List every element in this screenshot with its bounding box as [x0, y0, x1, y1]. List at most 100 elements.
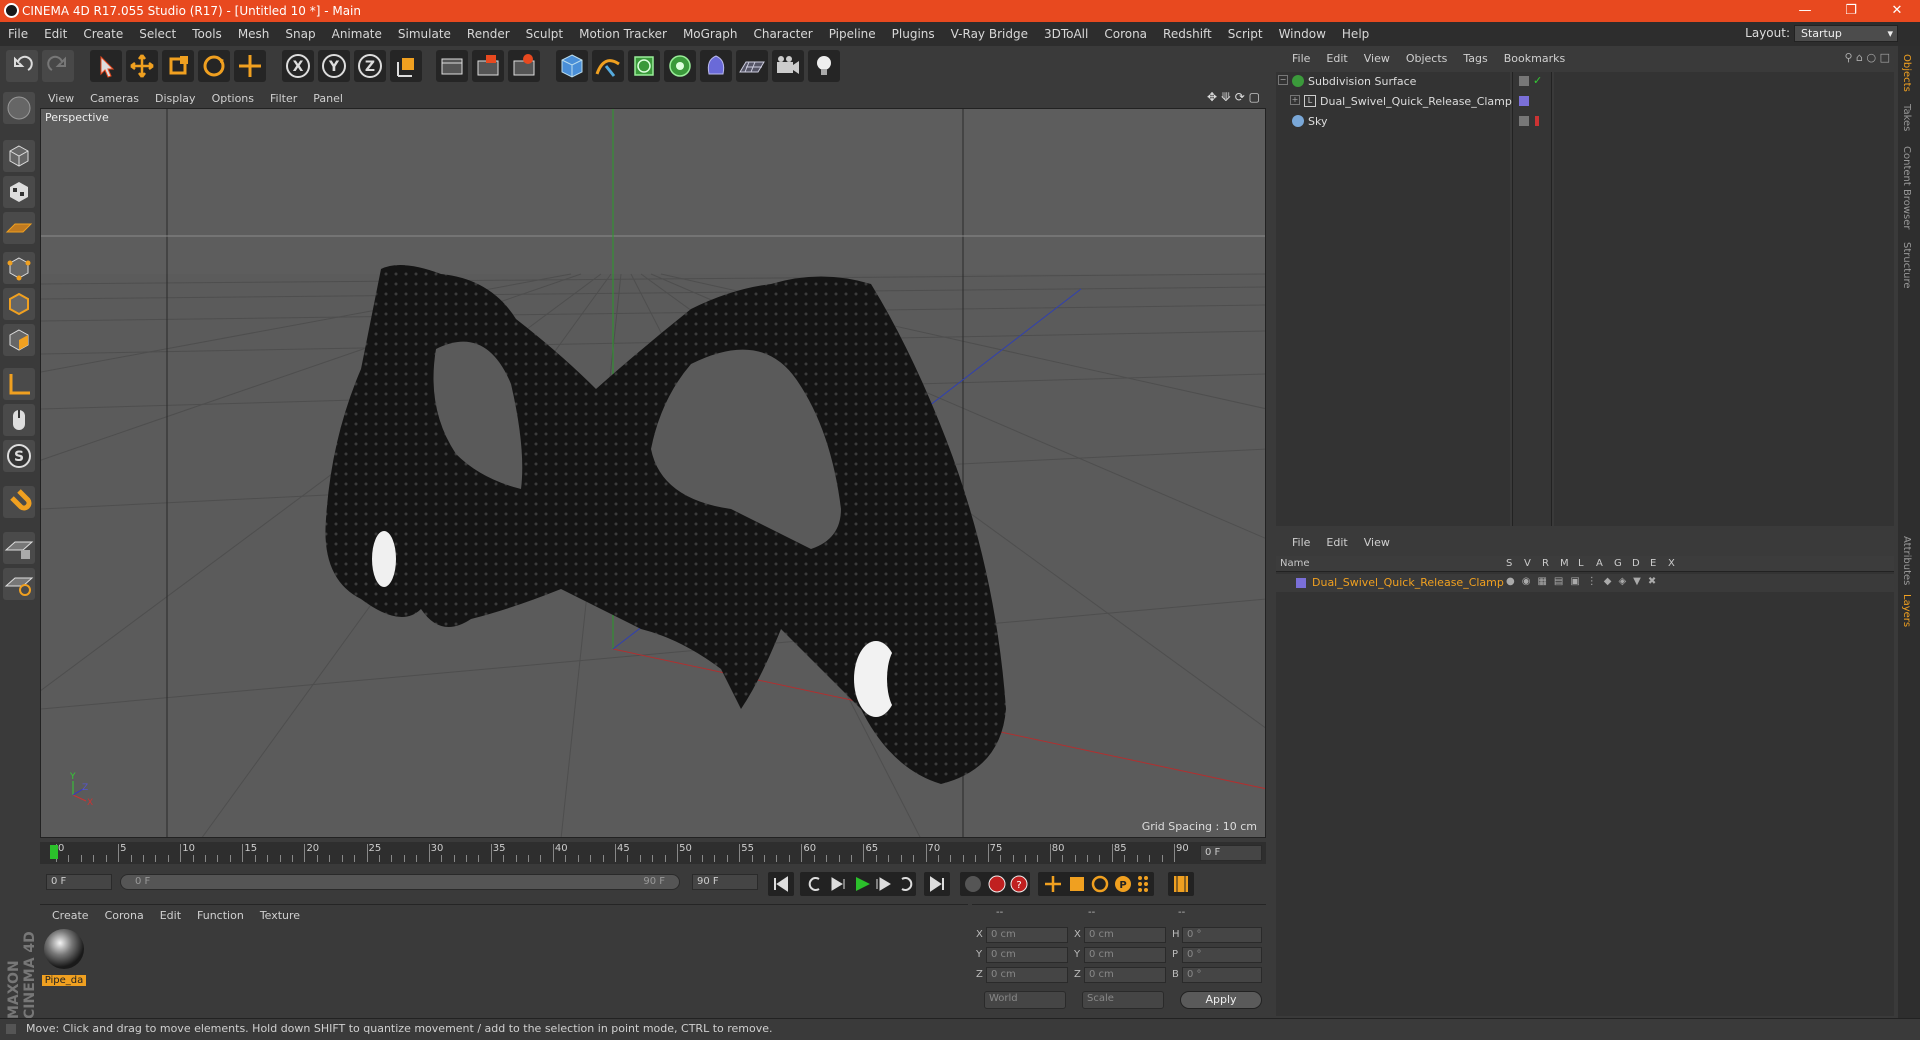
live-selection-icon[interactable]	[234, 50, 266, 82]
layer-menu-view[interactable]: View	[1356, 536, 1398, 549]
tab-objects[interactable]: Objects	[1901, 54, 1912, 92]
layer-flag-header[interactable]: R	[1542, 558, 1549, 569]
render-view-icon[interactable]	[436, 50, 468, 82]
z-axis-lock-icon[interactable]: Z	[354, 50, 386, 82]
menu-plugins[interactable]: Plugins	[884, 27, 943, 41]
rotation-p-field[interactable]: 0 °	[1182, 947, 1262, 963]
cube-primitive-icon[interactable]	[556, 50, 588, 82]
x-axis-lock-icon[interactable]: X	[282, 50, 314, 82]
menu-file[interactable]: File	[0, 27, 36, 41]
menu-help[interactable]: Help	[1334, 27, 1377, 41]
render-to-picture-viewer-icon[interactable]	[472, 50, 504, 82]
expand-icon[interactable]: +	[1290, 95, 1300, 105]
menu-snap[interactable]: Snap	[277, 27, 323, 41]
layer-flag-header[interactable]: E	[1650, 558, 1656, 569]
make-editable-icon[interactable]	[3, 92, 35, 124]
layer-flag-header[interactable]: M	[1560, 558, 1569, 569]
menu-window[interactable]: Window	[1271, 27, 1334, 41]
frame-range-slider[interactable]: 0 F 90 F	[120, 874, 680, 890]
menu-tools[interactable]: Tools	[184, 27, 230, 41]
auto-key-icon[interactable]: ?	[1010, 875, 1028, 893]
redo-icon[interactable]	[42, 50, 74, 82]
deformer-icon[interactable]	[700, 50, 732, 82]
visibility-toggle[interactable]	[1519, 76, 1529, 86]
menu-pipeline[interactable]: Pipeline	[821, 27, 884, 41]
viewport-menu-panel[interactable]: Panel	[305, 92, 351, 105]
menu-motion-tracker[interactable]: Motion Tracker	[571, 27, 675, 41]
planar-workplane-icon[interactable]	[3, 568, 35, 600]
subdivision-surface-icon[interactable]	[628, 50, 660, 82]
keyframe-icon[interactable]	[965, 876, 981, 892]
layer-flag-header[interactable]: G	[1614, 558, 1622, 569]
material-menu-corona[interactable]: Corona	[97, 909, 152, 922]
spline-pen-icon[interactable]	[592, 50, 624, 82]
menu-sculpt[interactable]: Sculpt	[518, 27, 571, 41]
enabled-check-icon[interactable]: ✓	[1533, 74, 1542, 87]
cloner-icon[interactable]	[664, 50, 696, 82]
size-z-field[interactable]: 0 cm	[1084, 967, 1166, 983]
tweak-mode-icon[interactable]	[3, 404, 35, 436]
polygons-mode-icon[interactable]	[3, 324, 35, 356]
menu-3dtoall[interactable]: 3DToAll	[1036, 27, 1096, 41]
material-menu-create[interactable]: Create	[44, 909, 97, 922]
layer-flag-icons[interactable]: ●◉▦▤▣⋮◆◈▼✖	[1506, 576, 1663, 587]
end-frame-field[interactable]: 90 F	[692, 874, 758, 890]
viewport-menu-cameras[interactable]: Cameras	[82, 92, 147, 105]
layer-flag-header[interactable]: S	[1506, 558, 1512, 569]
light-icon[interactable]	[808, 50, 840, 82]
menu-render[interactable]: Render	[459, 27, 518, 41]
move-tool-icon[interactable]	[126, 50, 158, 82]
menu-simulate[interactable]: Simulate	[390, 27, 459, 41]
apply-button[interactable]: Apply	[1180, 991, 1262, 1009]
object-menu-edit[interactable]: Edit	[1318, 52, 1355, 65]
tab-attributes[interactable]: Attributes	[1901, 536, 1912, 585]
playhead[interactable]	[50, 845, 58, 859]
object-menu-tags[interactable]: Tags	[1455, 52, 1495, 65]
viewport-menu-display[interactable]: Display	[147, 92, 204, 105]
disabled-dot-icon[interactable]	[1535, 116, 1539, 126]
material-menu-texture[interactable]: Texture	[252, 909, 308, 922]
rotation-h-field[interactable]: 0 °	[1182, 927, 1262, 943]
timeline-ruler[interactable]: 0 5 10 15 20 25 30 35 40 45 50 55 60 65 70 75 80 85 90 0 F	[40, 842, 1266, 864]
timeline-window-icon[interactable]	[1174, 876, 1188, 892]
menu-vray-bridge[interactable]: V-Ray Bridge	[943, 27, 1036, 41]
position-x-field[interactable]: 0 cm	[986, 927, 1068, 943]
current-frame-field[interactable]: 0 F	[1200, 845, 1262, 861]
viewport-menu-options[interactable]: Options	[204, 92, 262, 105]
menu-corona[interactable]: Corona	[1096, 27, 1155, 41]
material-menu-function[interactable]: Function	[189, 909, 252, 922]
layer-color-swatch[interactable]	[1296, 578, 1306, 588]
layer-flag-header[interactable]: X	[1668, 558, 1675, 569]
size-y-field[interactable]: 0 cm	[1084, 947, 1166, 963]
render-settings-icon[interactable]	[508, 50, 540, 82]
layer-flag-header[interactable]: V	[1524, 558, 1531, 569]
layer-row[interactable]: Dual_Swivel_Quick_Release_Clamp ●◉▦▤▣⋮◆◈…	[1276, 574, 1894, 592]
coordinate-system-icon[interactable]	[390, 50, 422, 82]
camera-icon[interactable]	[772, 50, 804, 82]
object-menu-file[interactable]: File	[1284, 52, 1318, 65]
menu-select[interactable]: Select	[131, 27, 184, 41]
object-menu-bookmarks[interactable]: Bookmarks	[1496, 52, 1573, 65]
visibility-toggle[interactable]	[1519, 116, 1529, 126]
layer-menu-file[interactable]: File	[1284, 536, 1318, 549]
edges-mode-icon[interactable]	[3, 288, 35, 320]
tab-takes[interactable]: Takes	[1901, 104, 1912, 131]
rotation-b-field[interactable]: 0 °	[1182, 967, 1262, 983]
layer-flag-header[interactable]: L	[1578, 558, 1584, 569]
start-frame-field[interactable]: 0 F	[46, 874, 112, 890]
menu-edit[interactable]: Edit	[36, 27, 75, 41]
floor-icon[interactable]	[736, 50, 768, 82]
points-mode-icon[interactable]	[3, 252, 35, 284]
tab-content-browser[interactable]: Content Browser	[1901, 146, 1912, 229]
layer-menu-edit[interactable]: Edit	[1318, 536, 1355, 549]
lock-workplane-icon[interactable]	[3, 532, 35, 564]
object-search-icon[interactable]: ⚲ ⌂ ○ □	[1844, 51, 1890, 64]
layout-select[interactable]: Startup ▾	[1794, 25, 1898, 42]
tab-structure[interactable]: Structure	[1901, 242, 1912, 289]
perspective-viewport[interactable]: Y X Z Perspective Grid Spacing : 10 cm	[40, 108, 1266, 838]
menu-redshift[interactable]: Redshift	[1155, 27, 1220, 41]
viewport-nav-icons[interactable]: ✥ ⟱ ⟳ ▢	[1207, 90, 1260, 104]
menu-character[interactable]: Character	[745, 27, 820, 41]
object-menu-view[interactable]: View	[1356, 52, 1398, 65]
expand-icon[interactable]: −	[1278, 75, 1288, 85]
